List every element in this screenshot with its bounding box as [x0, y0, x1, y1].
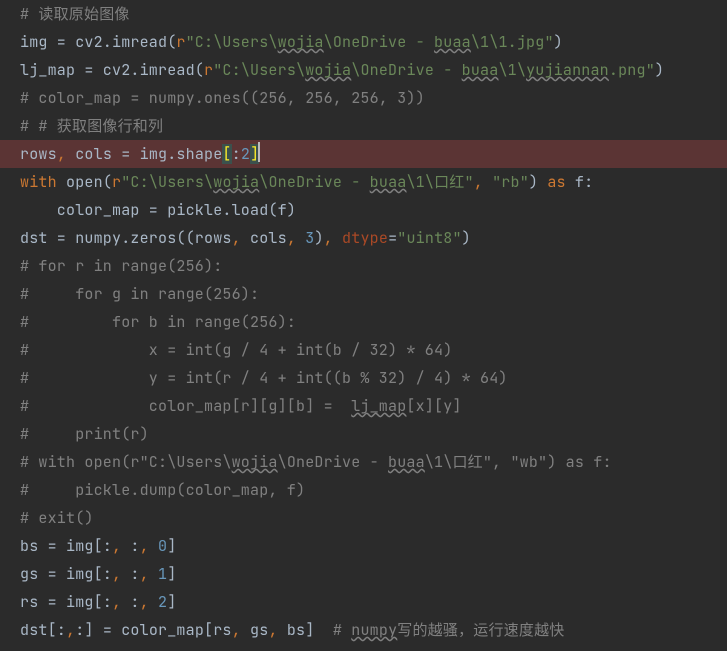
code-line: # with open(r"C:\Users\wojia\OneDrive - …: [20, 448, 727, 476]
code-line: lj_map = cv2.imread(r"C:\Users\wojia\One…: [20, 56, 727, 84]
code-line: img = cv2.imread(r"C:\Users\wojia\OneDri…: [20, 28, 727, 56]
code-line: # pickle.dump(color_map, f): [20, 476, 727, 504]
comment: # 读取原始图像: [20, 4, 130, 24]
code-line-current: rows, cols = img.shape[:2]: [20, 140, 727, 168]
code-line: # x = int(g / 4 + int(b / 32) * 64): [20, 336, 727, 364]
code-line: # exit(): [20, 504, 727, 532]
code-line: # 读取原始图像: [20, 0, 727, 28]
code-line: # # 获取图像行和列: [20, 112, 727, 140]
code-line: color_map = pickle.load(f): [20, 196, 727, 224]
code-line: # for r in range(256):: [20, 252, 727, 280]
code-line: bs = img[:, :, 0]: [20, 532, 727, 560]
code-line: dst[:,:] = color_map[rs, gs, bs] # numpy…: [20, 616, 727, 644]
text-caret: [258, 142, 260, 162]
code-line: # print(r): [20, 420, 727, 448]
code-line: # color_map[r][g][b] = lj_map[x][y]: [20, 392, 727, 420]
code-line: # y = int(r / 4 + int((b % 32) / 4) * 64…: [20, 364, 727, 392]
code-line: # color_map = numpy.ones((256, 256, 256,…: [20, 84, 727, 112]
code-line: # for b in range(256):: [20, 308, 727, 336]
code-editor[interactable]: # 读取原始图像 img = cv2.imread(r"C:\Users\woj…: [0, 0, 727, 644]
code-line: rs = img[:, :, 2]: [20, 588, 727, 616]
code-line: # for g in range(256):: [20, 280, 727, 308]
code-line: with open(r"C:\Users\wojia\OneDrive - bu…: [20, 168, 727, 196]
bracket-match: [: [222, 144, 231, 164]
code-line: gs = img[:, :, 1]: [20, 560, 727, 588]
code-line: dst = numpy.zeros((rows, cols, 3), dtype…: [20, 224, 727, 252]
